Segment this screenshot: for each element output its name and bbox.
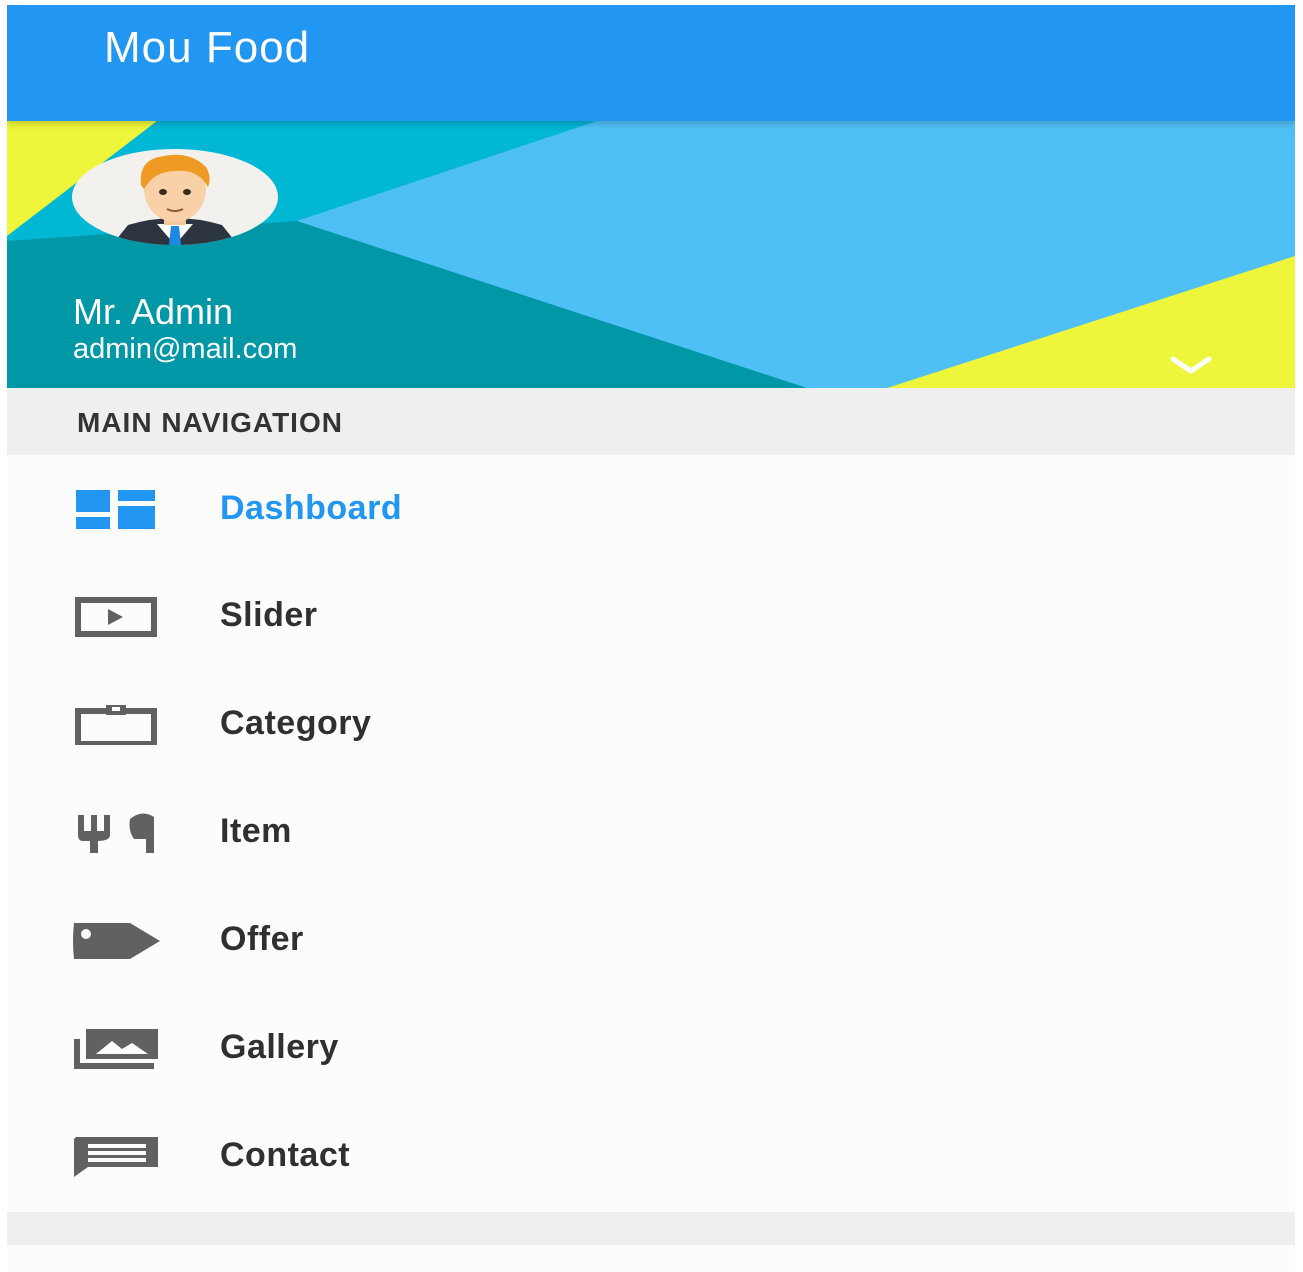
user-email: admin@mail.com — [73, 333, 298, 365]
nav-label: Item — [220, 812, 292, 850]
profile-header: Mr. Admin admin@mail.com — [7, 121, 1295, 388]
nav-item-dashboard[interactable]: Dashboard — [7, 460, 1295, 560]
nav-label: Offer — [220, 920, 304, 958]
restaurant-icon — [78, 813, 154, 853]
nav-item-item[interactable]: Item — [7, 783, 1295, 883]
slideshow-icon — [75, 597, 157, 637]
clipboard-icon — [75, 705, 157, 745]
tag-icon — [73, 923, 160, 959]
dashboard-icon — [76, 490, 155, 529]
section-label: MAIN NAVIGATION — [77, 407, 343, 438]
app-bar: Mou Food — [7, 5, 1295, 121]
nav-item-offer[interactable]: Offer — [7, 891, 1295, 991]
nav-label: Slider — [220, 596, 318, 634]
avatar[interactable] — [72, 149, 278, 245]
nav-item-gallery[interactable]: Gallery — [7, 999, 1295, 1099]
account-toggle-button[interactable] — [1163, 349, 1219, 381]
chevron-down-icon — [1170, 356, 1212, 374]
nav-label: Gallery — [220, 1028, 339, 1066]
nav-item-category[interactable]: Category — [7, 675, 1295, 775]
nav-label: Dashboard — [220, 489, 403, 527]
section-header: MAIN NAVIGATION — [7, 388, 1295, 455]
message-icon — [74, 1137, 158, 1177]
nav-label: Contact — [220, 1136, 351, 1174]
avatar-icon — [112, 154, 238, 245]
drawer-divider — [7, 1212, 1295, 1245]
app-title: Mou Food — [104, 23, 311, 72]
nav-item-contact[interactable]: Contact — [7, 1107, 1295, 1207]
user-name: Mr. Admin — [73, 291, 234, 332]
navigation-drawer: Mou Food Mr. Admin admin@mail.com MAIN N… — [7, 5, 1295, 1272]
nav-label: Category — [220, 704, 372, 742]
nav-item-slider[interactable]: Slider — [7, 567, 1295, 667]
photo-library-icon — [74, 1029, 158, 1069]
